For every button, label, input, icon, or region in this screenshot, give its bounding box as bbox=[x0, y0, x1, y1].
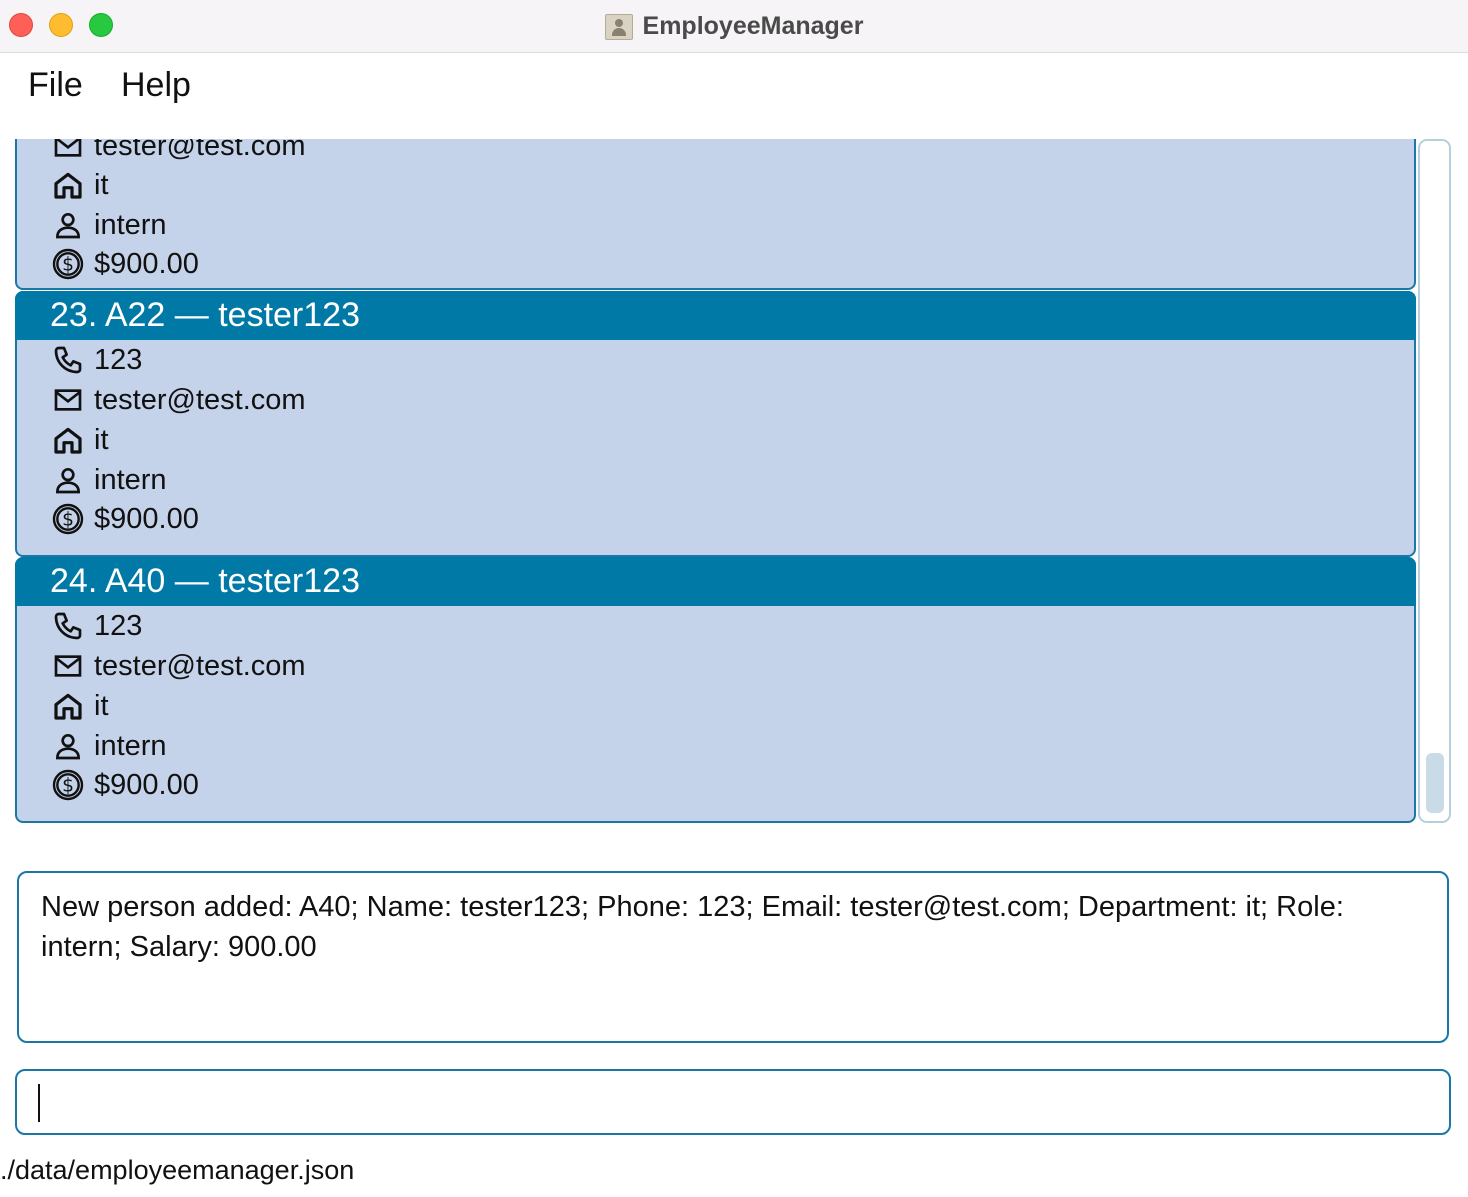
employee-salary: $900.00 bbox=[94, 502, 199, 535]
employee-department: it bbox=[94, 689, 109, 722]
house-icon bbox=[51, 689, 85, 723]
scrollbar-thumb[interactable] bbox=[1426, 753, 1444, 813]
email-row: tester@test.com bbox=[51, 139, 306, 166]
mail-icon bbox=[51, 139, 85, 163]
employee-email: tester@test.com bbox=[94, 649, 306, 682]
employee-role: intern bbox=[94, 463, 167, 496]
phone-row: 123 bbox=[51, 606, 142, 646]
employee-email: tester@test.com bbox=[94, 139, 306, 162]
employee-card-header: 23. A22 — tester123 bbox=[15, 291, 1416, 340]
employee-phone: 123 bbox=[94, 343, 143, 376]
employee-card[interactable]: 24. A40 — tester123 123 tester@test.com … bbox=[15, 557, 1416, 823]
email-row: tester@test.com bbox=[51, 380, 306, 420]
status-bar-file-path: ./data/employeemanager.json bbox=[0, 1155, 355, 1185]
svg-text:$: $ bbox=[62, 776, 74, 797]
salary-row: $ $900.00 bbox=[51, 765, 199, 805]
employee-email: tester@test.com bbox=[94, 383, 306, 416]
employee-role: intern bbox=[94, 208, 167, 241]
svg-text:$: $ bbox=[62, 255, 74, 276]
text-caret bbox=[38, 1084, 40, 1122]
command-input[interactable] bbox=[15, 1069, 1451, 1135]
email-row: tester@test.com bbox=[51, 646, 306, 686]
employee-department: it bbox=[94, 423, 109, 456]
salary-row: $ $900.00 bbox=[51, 244, 199, 284]
employee-role: intern bbox=[94, 729, 167, 762]
salary-row: $ $900.00 bbox=[51, 499, 199, 539]
phone-icon bbox=[51, 609, 85, 643]
employee-card-header: 24. A40 — tester123 bbox=[15, 557, 1416, 606]
app-icon bbox=[604, 13, 633, 40]
dollar-icon: $ bbox=[51, 768, 85, 802]
role-row: intern bbox=[51, 205, 167, 245]
phone-icon bbox=[51, 343, 85, 377]
department-row: it bbox=[51, 686, 109, 726]
employee-salary: $900.00 bbox=[94, 768, 199, 801]
title-bar: EmployeeManager bbox=[0, 0, 1468, 53]
department-row: it bbox=[51, 420, 109, 460]
house-icon bbox=[51, 423, 85, 457]
menu-bar: File Help bbox=[0, 54, 1468, 138]
mail-icon bbox=[51, 383, 85, 417]
result-text: New person added: A40; Name: tester123; … bbox=[41, 891, 1344, 963]
employee-phone: 123 bbox=[94, 609, 143, 642]
employee-list[interactable]: tester@test.com it intern $ $900.00 23. … bbox=[14, 139, 1418, 824]
result-display: New person added: A40; Name: tester123; … bbox=[17, 871, 1449, 1043]
employee-card[interactable]: 23. A22 — tester123 123 tester@test.com … bbox=[15, 291, 1416, 557]
mail-icon bbox=[51, 649, 85, 683]
menu-help[interactable]: Help bbox=[121, 66, 191, 105]
dollar-icon: $ bbox=[51, 502, 85, 536]
department-row: it bbox=[51, 165, 109, 205]
person-icon bbox=[51, 208, 85, 242]
role-row: intern bbox=[51, 726, 167, 766]
role-row: intern bbox=[51, 460, 167, 500]
person-icon bbox=[51, 729, 85, 763]
svg-text:$: $ bbox=[62, 510, 74, 531]
house-icon bbox=[51, 168, 85, 202]
window-title: EmployeeManager bbox=[642, 12, 864, 40]
phone-row: 123 bbox=[51, 340, 142, 380]
dollar-icon: $ bbox=[51, 247, 85, 281]
person-icon bbox=[51, 463, 85, 497]
employee-card[interactable]: tester@test.com it intern $ $900.00 bbox=[15, 139, 1416, 290]
employee-salary: $900.00 bbox=[94, 247, 199, 280]
list-scrollbar[interactable] bbox=[1418, 139, 1451, 823]
menu-file[interactable]: File bbox=[28, 66, 83, 105]
employee-department: it bbox=[94, 168, 109, 201]
